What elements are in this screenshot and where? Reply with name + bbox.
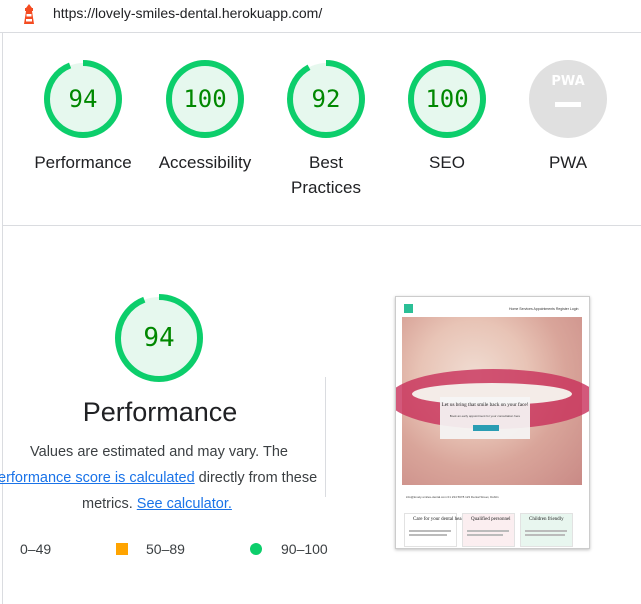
vertical-separator <box>325 377 326 497</box>
thumb-card-1: Care for your dental health <box>404 513 467 547</box>
section-divider <box>3 225 641 226</box>
gauge-score: 100 <box>183 85 227 113</box>
description-line-2: erformance score is calculated directly … <box>0 470 330 486</box>
thumb-contact-text: info@lovely-smiles-dental.com 01 234 567… <box>406 495 499 499</box>
description-line-1: Values are estimated and may vary. The <box>30 444 288 460</box>
thumb-nav-links: Home Services Appointments Register Logi… <box>509 307 579 311</box>
lighthouse-icon <box>24 4 34 24</box>
thumb-card-2-line <box>467 534 503 536</box>
performance-gauge-large[interactable]: 94 <box>113 292 205 384</box>
gauge-label: Performance <box>18 150 148 175</box>
gauge-score: 92 <box>311 85 341 113</box>
thumb-card-3-line <box>525 530 567 532</box>
gauge-seo[interactable]: 100 <box>406 58 488 140</box>
description-text-2: directly from these <box>194 470 318 486</box>
thumb-card-1-line <box>409 530 451 532</box>
gauge-label-line: PWA <box>548 153 588 172</box>
gauge-label-line: SEO <box>429 153 465 172</box>
thumb-navbar: Home Services Appointments Register Logi… <box>396 297 589 317</box>
description-line-3: metrics. See calculator. <box>82 496 232 512</box>
thumb-hero-image: Let us bring that smile back on your fac… <box>396 317 589 485</box>
thumb-card-1-line <box>409 534 447 536</box>
gauge-label: Best Practices <box>261 150 391 200</box>
gauge-label: PWA <box>503 150 633 175</box>
final-screenshot-thumbnail[interactable]: Home Services Appointments Register Logi… <box>395 296 590 549</box>
pass-circle-icon <box>250 543 262 555</box>
thumb-card-3-title: Children friendly <box>529 517 564 522</box>
thumb-card-3-line <box>525 534 565 536</box>
page-url[interactable]: https://lovely-smiles-dental.herokuapp.c… <box>53 5 322 21</box>
gauge-score: 100 <box>425 85 469 113</box>
performance-heading: Performance <box>82 397 238 427</box>
gauge-label: Accessibility <box>140 150 270 175</box>
thumb-cta-box: Let us bring that smile back on your fac… <box>440 397 530 439</box>
see-calculator-link[interactable]: See calculator. <box>137 496 232 512</box>
thumb-hero-subtitle: Book an early appointment for your consu… <box>449 414 521 418</box>
legend-fail: 0–49 <box>20 541 52 557</box>
gauge-label-line: Performance <box>34 153 132 172</box>
address-bar: https://lovely-smiles-dental.herokuapp.c… <box>0 0 641 33</box>
thumb-logo <box>404 304 413 313</box>
thumb-card-2-title: Qualified personnel <box>471 517 511 522</box>
thumb-card-2-line <box>467 530 509 532</box>
legend-average: 50–89 <box>146 541 185 557</box>
score-calculation-link[interactable]: erformance score is calculated <box>0 470 195 486</box>
thumb-book-button <box>473 425 499 431</box>
thumb-card-2: Qualified personnel <box>462 513 515 547</box>
gauge-best-practices[interactable]: 92 <box>285 58 367 140</box>
gauge-pwa[interactable]: PWA <box>527 58 609 140</box>
average-square-icon <box>116 543 128 555</box>
thumb-card-3: Children friendly <box>520 513 573 547</box>
gauge-score: 94 <box>68 85 98 113</box>
thumb-card-1-title: Care for your dental health <box>413 517 467 522</box>
gauge-label: SEO <box>382 150 512 175</box>
gauge-label-line: Accessibility <box>158 153 252 172</box>
gauge-label-line: Best <box>308 153 344 172</box>
gauge-accessibility[interactable]: 100 <box>164 58 246 140</box>
description-text-3: metrics. <box>82 496 137 512</box>
gauge-label-line: Practices <box>291 178 361 197</box>
thumb-contact-strip: info@lovely-smiles-dental.com 01 234 567… <box>402 489 582 505</box>
performance-score-large: 94 <box>143 323 175 353</box>
panel-border <box>2 32 3 604</box>
pwa-badge-icon: PWA <box>551 74 585 89</box>
gauge-performance[interactable]: 94 <box>42 58 124 140</box>
thumb-hero-title: Let us bring that smile back on your fac… <box>441 402 529 408</box>
legend-pass: 90–100 <box>281 541 328 557</box>
